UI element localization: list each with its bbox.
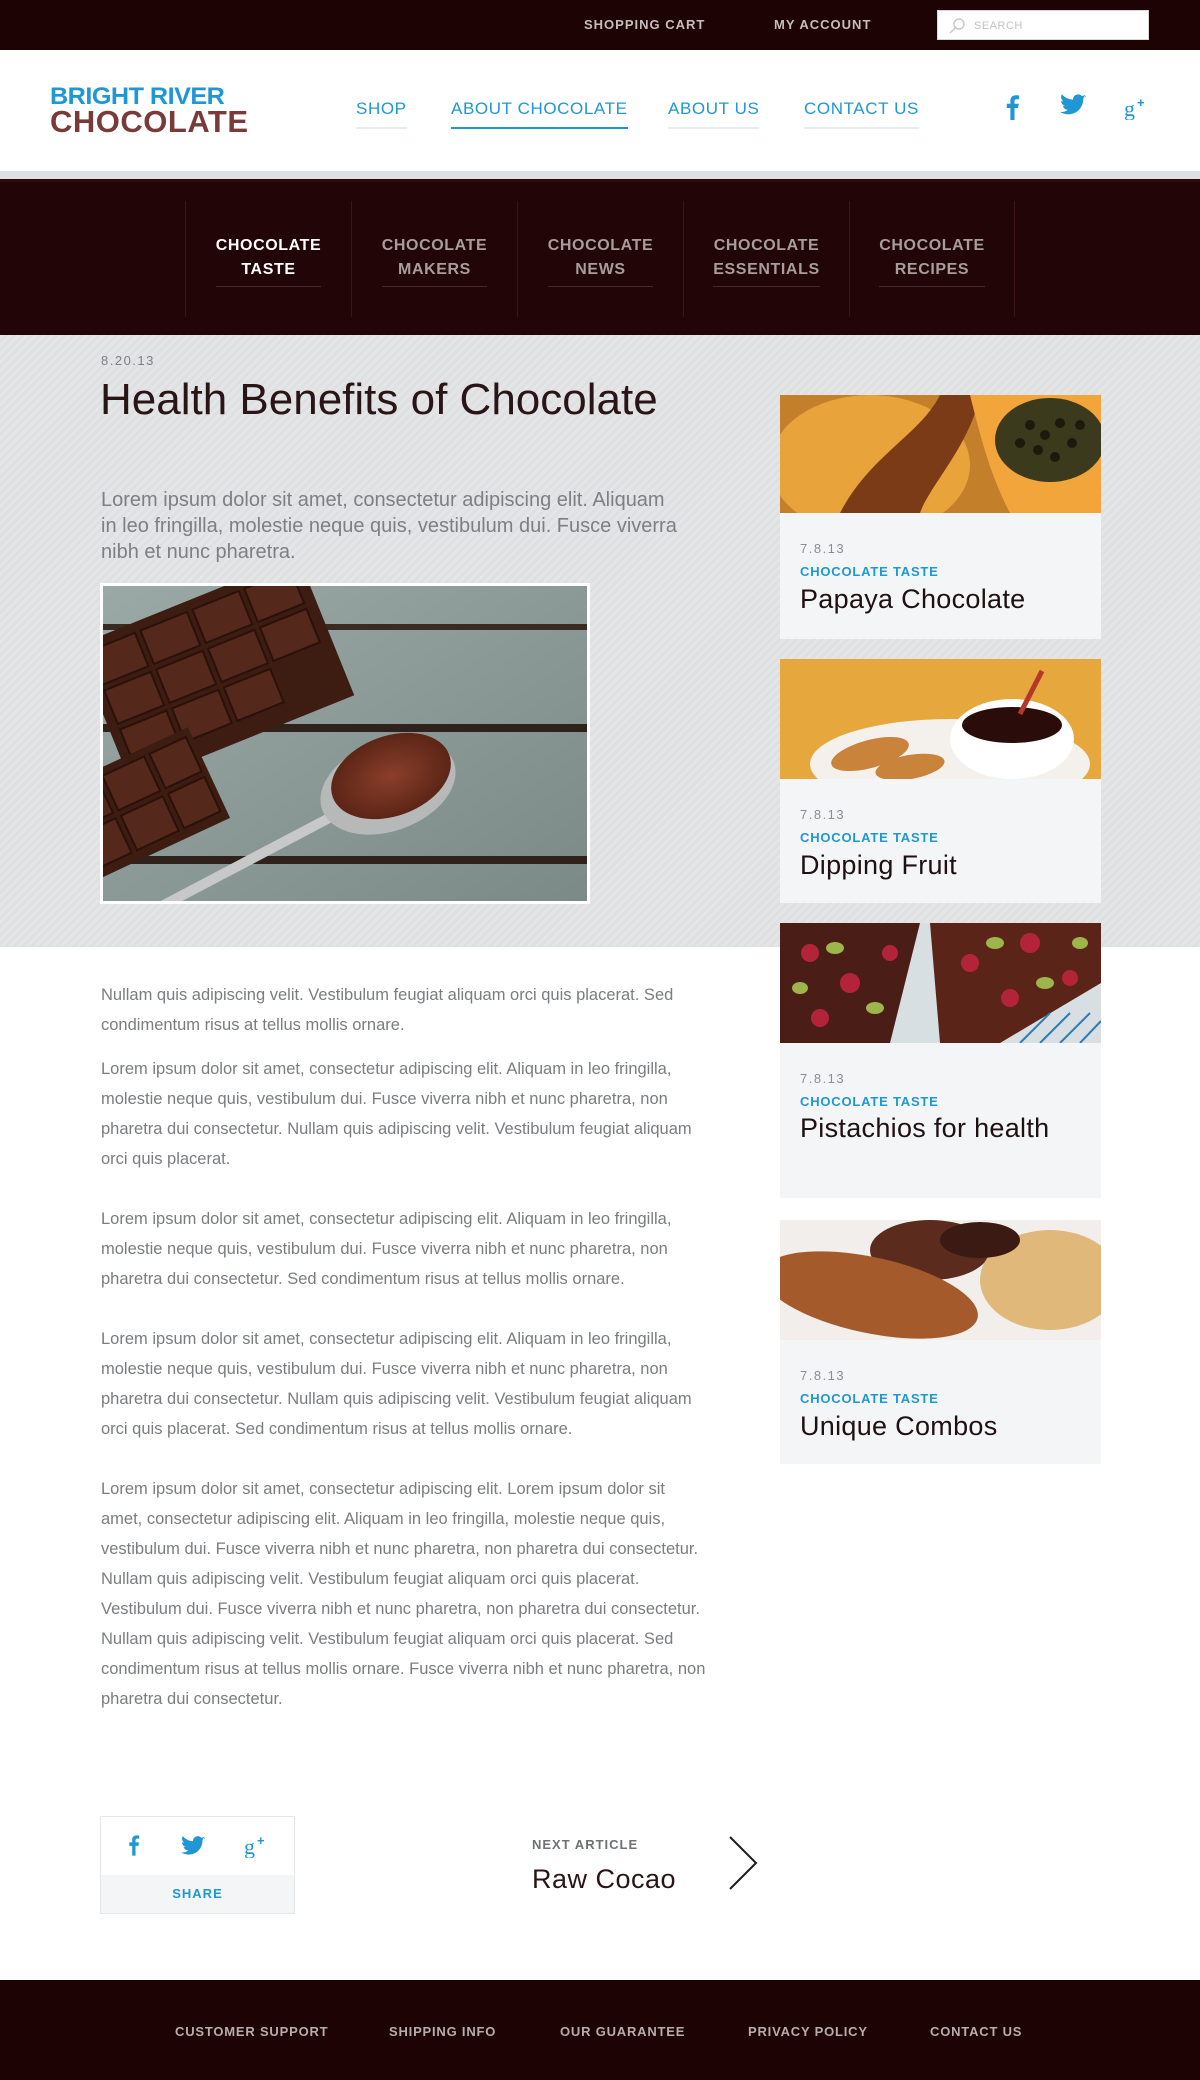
sub-nav: CHOCOLATE TASTE CHOCOLATE MAKERS CHOCOLA…	[0, 179, 1200, 335]
subnav-label: CHOCOLATE RECIPES	[879, 234, 985, 287]
site-footer: CUSTOMER SUPPORT SHIPPING INFO OUR GUARA…	[0, 1980, 1200, 2080]
article-paragraph: Lorem ipsum dolor sit amet, consectetur …	[101, 1060, 692, 1168]
search-box[interactable]	[937, 10, 1149, 40]
card-image-pistachios	[780, 923, 1101, 1043]
nav-shop[interactable]: SHOP	[356, 99, 407, 129]
google-plus-icon[interactable]: g +	[1124, 95, 1150, 125]
card-date: 7.8.13	[800, 541, 846, 556]
svg-text:+: +	[1137, 96, 1145, 110]
subnav-chocolate-taste[interactable]: CHOCOLATE TASTE	[185, 201, 351, 317]
brand-logo[interactable]: BRIGHT RIVER CHOCOLATE	[50, 85, 270, 139]
subnav-chocolate-makers[interactable]: CHOCOLATE MAKERS	[351, 201, 517, 317]
subnav-chocolate-essentials[interactable]: CHOCOLATE ESSENTIALS	[683, 201, 849, 317]
article-date: 8.20.13	[101, 353, 155, 368]
subnav-label: CHOCOLATE TASTE	[215, 234, 322, 287]
article-paragraph: Nullam quis adipiscing velit. Vestibulum…	[101, 986, 674, 1034]
card-image-dipping-fruit	[780, 659, 1101, 779]
logo-line-1: BRIGHT RIVER	[50, 83, 225, 110]
site-header: BRIGHT RIVER CHOCOLATE SHOP ABOUT CHOCOL…	[0, 50, 1200, 171]
next-article-link[interactable]: NEXT ARTICLE Raw Cocao	[532, 1834, 762, 1894]
article-hero-image	[100, 583, 590, 904]
footer-contact-us[interactable]: CONTACT US	[930, 2024, 1022, 2039]
shopping-cart-link[interactable]: SHOPPING CART	[584, 17, 705, 32]
nav-contact-us[interactable]: CONTACT US	[804, 99, 919, 129]
next-article-kicker: NEXT ARTICLE	[532, 1837, 639, 1852]
card-title[interactable]: Pistachios for health	[800, 1112, 1090, 1144]
svg-text:g: g	[244, 1834, 255, 1858]
search-input[interactable]	[974, 17, 1142, 35]
subnav-label: CHOCOLATE MAKERS	[381, 234, 488, 287]
card-title[interactable]: Dipping Fruit	[800, 849, 1090, 881]
share-label[interactable]: SHARE	[101, 1886, 294, 1901]
article-paragraph: Lorem ipsum dolor sit amet, consectetur …	[101, 1330, 692, 1438]
footer-privacy-policy[interactable]: PRIVACY POLICY	[748, 2024, 868, 2039]
sidebar-card[interactable]: 7.8.13 CHOCOLATE TASTE Dipping Fruit	[780, 659, 1101, 903]
svg-text:g: g	[1124, 96, 1135, 120]
card-image-unique-combos	[780, 1220, 1101, 1340]
footer-our-guarantee[interactable]: OUR GUARANTEE	[560, 2024, 685, 2039]
sidebar-card[interactable]: 7.8.13 CHOCOLATE TASTE Pistachios for he…	[780, 923, 1101, 1198]
nav-about-chocolate[interactable]: ABOUT CHOCOLATE	[451, 99, 628, 129]
card-category[interactable]: CHOCOLATE TASTE	[800, 830, 939, 845]
card-category[interactable]: CHOCOLATE TASTE	[800, 1094, 939, 1109]
chevron-right-icon	[729, 1836, 758, 1890]
card-image-papaya	[780, 395, 1101, 513]
next-article-title: Raw Cocao	[532, 1864, 677, 1894]
svg-text:+: +	[257, 1834, 265, 1848]
share-icons: g +	[101, 1817, 294, 1875]
twitter-icon[interactable]	[1060, 94, 1086, 121]
search-icon	[949, 18, 965, 34]
card-date: 7.8.13	[800, 1368, 846, 1383]
top-utility-bar: SHOPPING CART MY ACCOUNT	[0, 0, 1200, 50]
facebook-icon[interactable]	[1004, 94, 1020, 125]
card-date: 7.8.13	[800, 807, 846, 822]
facebook-icon[interactable]	[127, 1834, 140, 1861]
google-plus-icon[interactable]: g +	[244, 1833, 270, 1863]
header-divider	[0, 171, 1200, 179]
subnav-label: CHOCOLATE ESSENTIALS	[713, 234, 820, 287]
card-title[interactable]: Unique Combos	[800, 1410, 1090, 1442]
subnav-label: CHOCOLATE NEWS	[547, 234, 654, 287]
article-lead: Lorem ipsum dolor sit amet, consectetur …	[101, 489, 677, 563]
card-title[interactable]: Papaya Chocolate	[800, 583, 1090, 615]
share-box: g + SHARE	[100, 1816, 295, 1914]
twitter-icon[interactable]	[181, 1836, 205, 1861]
article-body: Nullam quis adipiscing velit. Vestibulum…	[101, 980, 706, 1744]
sidebar-card[interactable]: 7.8.13 CHOCOLATE TASTE Papaya Chocolate	[780, 395, 1101, 639]
article-paragraph: Lorem ipsum dolor sit amet, consectetur …	[101, 1210, 672, 1288]
footer-customer-support[interactable]: CUSTOMER SUPPORT	[175, 2024, 328, 2039]
article-paragraph: Lorem ipsum dolor sit amet, consectetur …	[101, 1480, 706, 1708]
card-date: 7.8.13	[800, 1071, 846, 1086]
card-category[interactable]: CHOCOLATE TASTE	[800, 1391, 939, 1406]
nav-about-us[interactable]: ABOUT US	[668, 99, 760, 129]
my-account-link[interactable]: MY ACCOUNT	[774, 17, 871, 32]
card-category[interactable]: CHOCOLATE TASTE	[800, 564, 939, 579]
sidebar-card[interactable]: 7.8.13 CHOCOLATE TASTE Unique Combos	[780, 1220, 1101, 1464]
subnav-chocolate-news[interactable]: CHOCOLATE NEWS	[517, 201, 683, 317]
logo-line-2: CHOCOLATE	[50, 104, 249, 139]
subnav-chocolate-recipes[interactable]: CHOCOLATE RECIPES	[849, 201, 1015, 317]
footer-shipping-info[interactable]: SHIPPING INFO	[389, 2024, 496, 2039]
article-title: Health Benefits of Chocolate	[100, 375, 658, 424]
